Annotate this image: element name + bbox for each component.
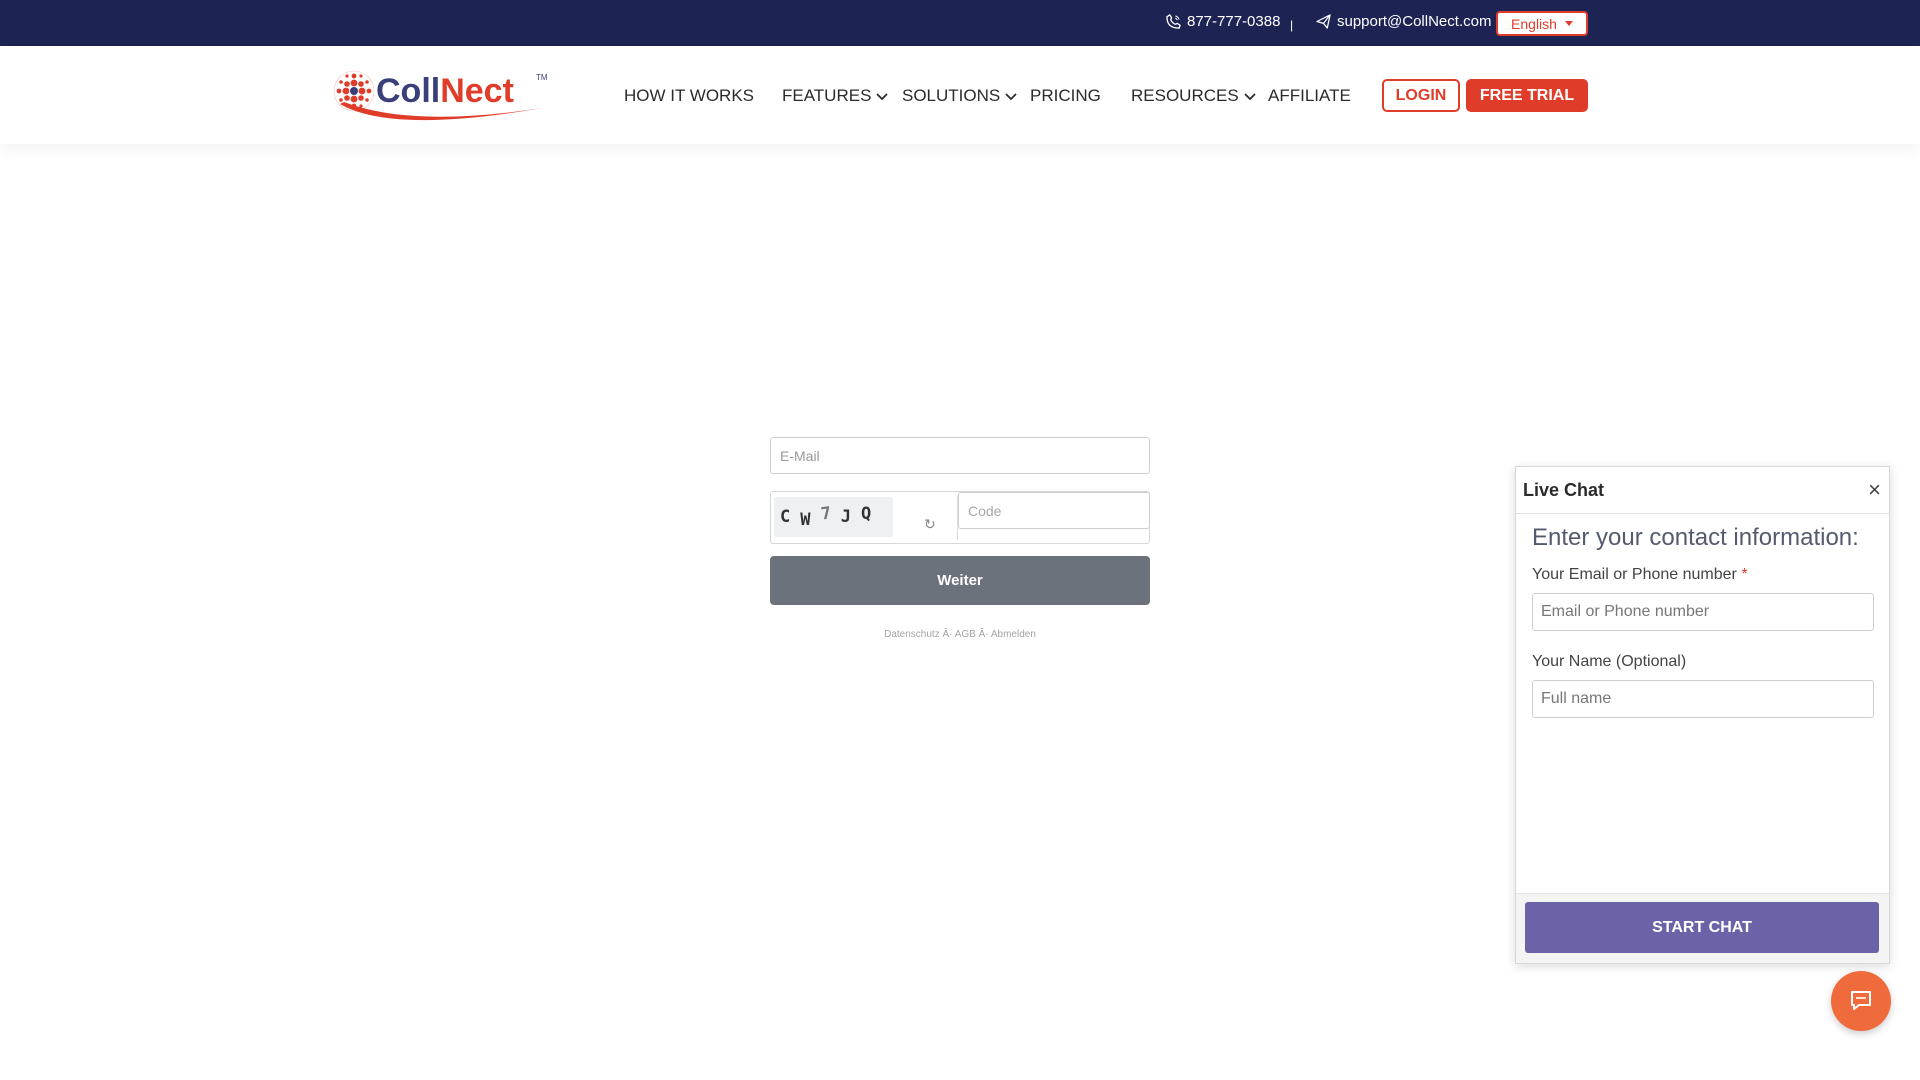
topbar-separator: | <box>1290 18 1294 32</box>
chevron-down-icon <box>1005 93 1017 101</box>
nav-label: AFFILIATE <box>1268 86 1351 105</box>
nav-solutions[interactable]: SOLUTIONS <box>902 86 1018 106</box>
nav-label: FEATURES <box>782 86 872 105</box>
nav-resources[interactable]: RESOURCES <box>1131 86 1257 106</box>
top-bar: 877-777-0388 | support@CollNect.com Engl… <box>0 0 1920 46</box>
phone-link[interactable]: 877-777-0388 <box>1166 13 1280 30</box>
name-field[interactable] <box>1532 680 1874 718</box>
support-email[interactable]: support@CollNect.com <box>1337 13 1491 30</box>
free-trial-button[interactable]: FREE TRIAL <box>1466 79 1588 112</box>
chevron-down-icon <box>1244 93 1256 101</box>
nav-label: RESOURCES <box>1131 86 1239 105</box>
nav-features[interactable]: FEATURES <box>782 86 889 106</box>
start-chat-button[interactable]: START CHAT <box>1525 902 1879 953</box>
continue-button[interactable]: Weiter <box>770 556 1150 605</box>
caret-down-icon <box>1564 21 1573 26</box>
terms-link[interactable]: AGB <box>955 629 976 640</box>
captcha-image: C W 7 J Q <box>774 497 893 537</box>
nav-label: HOW IT WORKS <box>624 86 755 105</box>
main-navbar: CollNect TM HOW IT WORKS FEATURES SOLUTI… <box>0 46 1920 144</box>
unsubscribe-link[interactable]: Abmelden <box>991 629 1036 640</box>
phone-icon <box>1166 14 1181 29</box>
logo-text: CollNect <box>376 72 514 110</box>
captcha-code-field[interactable] <box>958 492 1150 529</box>
live-chat-panel: Live Chat × Enter your contact informati… <box>1515 466 1890 964</box>
contact-label-text: Your Email or Phone number <box>1532 566 1737 583</box>
email-field[interactable] <box>770 437 1150 474</box>
chevron-down-icon <box>876 93 889 101</box>
contact-label: Your Email or Phone number * <box>1532 566 1873 584</box>
link-separator: Â· <box>978 629 989 640</box>
nav-label: SOLUTIONS <box>902 86 1001 105</box>
link-separator: Â· <box>942 629 953 640</box>
close-icon[interactable]: × <box>1868 479 1881 501</box>
chat-launcher-button[interactable] <box>1831 971 1891 1031</box>
privacy-link[interactable]: Datenschutz <box>884 629 940 640</box>
chat-header: Live Chat × <box>1516 467 1889 514</box>
captcha-row: C W 7 J Q ↻ <box>770 491 1150 544</box>
phone-number[interactable]: 877-777-0388 <box>1187 13 1280 30</box>
login-button[interactable]: LOGIN <box>1382 79 1460 112</box>
captcha-char: W <box>800 510 811 530</box>
captcha-char: C <box>780 507 791 527</box>
contact-field[interactable] <box>1532 593 1874 631</box>
chat-footer: START CHAT <box>1516 893 1889 963</box>
refresh-icon[interactable]: ↻ <box>924 516 936 533</box>
chat-body: Enter your contact information: Your Ema… <box>1516 514 1889 740</box>
captcha-char: J <box>840 507 851 527</box>
email-link[interactable]: support@CollNect.com <box>1316 13 1491 30</box>
globe-dots-icon <box>333 70 375 112</box>
collnect-logo[interactable]: CollNect TM <box>332 64 552 128</box>
nav-how-it-works[interactable]: HOW IT WORKS <box>624 86 754 106</box>
nav-label: PRICING <box>1030 86 1101 105</box>
language-dropdown[interactable]: English <box>1496 11 1588 36</box>
captcha-char: Q <box>861 504 872 524</box>
chat-title: Live Chat <box>1523 479 1605 500</box>
chat-heading: Enter your contact information: <box>1532 524 1859 551</box>
nav-affiliate[interactable]: AFFILIATE <box>1268 86 1351 106</box>
logo-trademark: TM <box>536 73 548 82</box>
signup-form: C W 7 J Q ↻ Weiter Datenschutz Â· AGB Â·… <box>770 437 1150 640</box>
form-footer-links: Datenschutz Â· AGB Â· Abmelden <box>770 629 1150 640</box>
nav-pricing[interactable]: PRICING <box>1030 86 1101 106</box>
send-icon <box>1316 14 1331 29</box>
chat-bubble-icon <box>1851 991 1871 1010</box>
name-label: Your Name (Optional) <box>1532 653 1687 670</box>
language-label: English <box>1511 15 1557 32</box>
captcha-char: 7 <box>819 503 833 525</box>
required-asterisk: * <box>1741 566 1748 583</box>
